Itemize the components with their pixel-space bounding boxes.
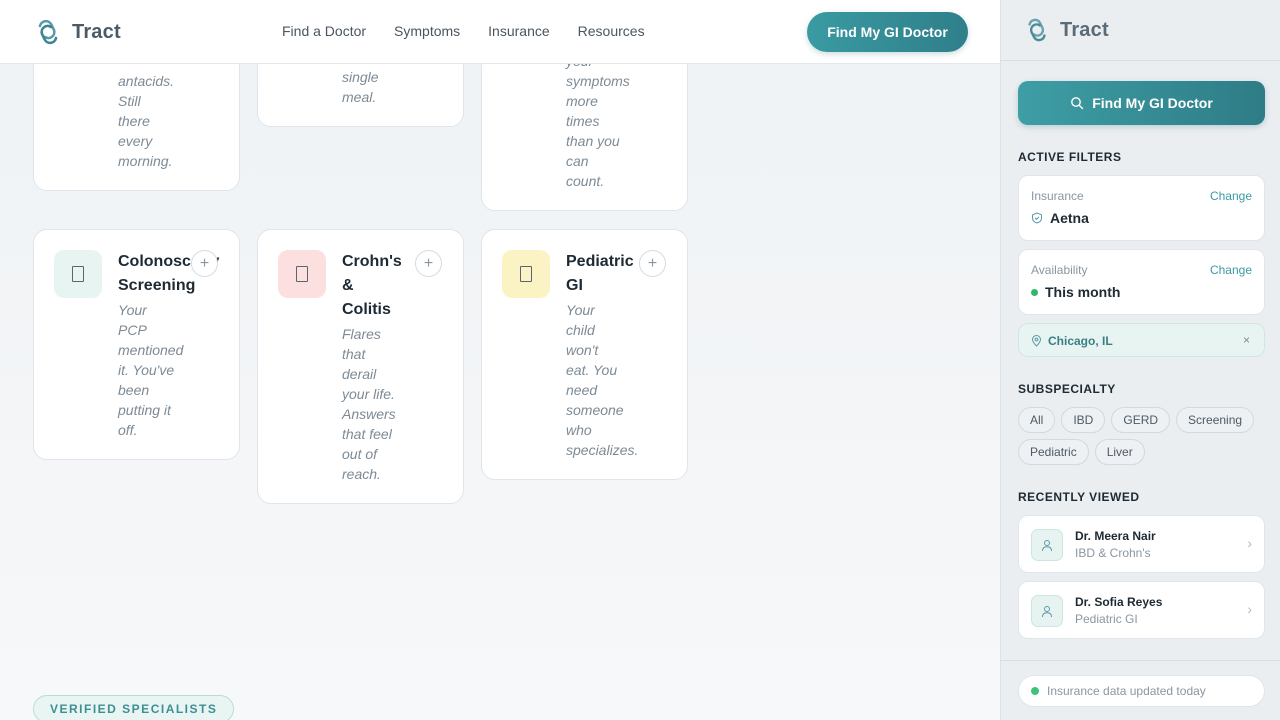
chip-liver[interactable]: Liver — [1094, 439, 1145, 465]
document-icon — [72, 266, 84, 282]
recently-viewed-heading: RECENTLY VIEWED — [1018, 490, 1140, 504]
card-crohns-colitis[interactable]: Crohn's & Colitis + Flares that derail y… — [257, 229, 464, 504]
recent-doctor-item[interactable]: Dr. Meera Nair IBD & Crohn's › — [1018, 515, 1265, 573]
avatar — [1031, 529, 1063, 561]
chip-all[interactable]: All — [1018, 407, 1056, 433]
chevron-right-icon: › — [1247, 535, 1252, 551]
add-button[interactable]: + — [639, 250, 666, 277]
card-description: antacids. Still there every morning. — [118, 73, 175, 169]
brand-name: Tract — [72, 20, 121, 43]
sidebar-find-doctor-button[interactable]: Find My GI Doctor — [1018, 81, 1265, 125]
document-icon — [520, 266, 532, 282]
location-filter: Chicago, IL × — [1018, 323, 1265, 357]
filter-label: Availability — [1031, 263, 1088, 277]
search-icon — [1071, 97, 1084, 110]
status-dot — [1031, 288, 1038, 296]
divider — [1001, 660, 1280, 661]
availability-filter: Availability Change This month — [1018, 249, 1265, 315]
card-icon — [502, 250, 550, 298]
document-icon — [296, 266, 308, 282]
filter-value: This month — [1031, 284, 1120, 300]
card-description: Your child won't eat. You need someone w… — [566, 302, 639, 458]
card-description: single meal. — [342, 69, 379, 105]
insurance-filter: Insurance Change Aetna — [1018, 175, 1265, 241]
change-availability-link[interactable]: Change — [1210, 263, 1252, 277]
card-description: your symptoms more times than you can co… — [566, 53, 630, 189]
card-description: Your PCP mentioned it. You've been putti… — [118, 302, 184, 438]
card-colonoscopy-screening[interactable]: Colonoscopy Screening + Your PCP mention… — [33, 229, 240, 460]
main-nav: Find a Doctor Symptoms Insurance Resourc… — [282, 23, 645, 39]
divider — [1001, 60, 1280, 61]
doctor-specialty: Pediatric GI — [1075, 612, 1138, 626]
card-title: Pediatric GI — [566, 253, 634, 294]
doctor-name: Dr. Sofia Reyes — [1075, 595, 1163, 609]
status-dot — [1031, 687, 1039, 695]
main-content: antacids. Still there every morning. sin… — [0, 0, 1000, 720]
verified-specialists-badge: VERIFIED SPECIALISTS — [33, 695, 235, 720]
chip-ibd[interactable]: IBD — [1061, 407, 1106, 433]
sidebar: Tract Find My GI Doctor ACTIVE FILTERS I… — [1000, 0, 1280, 720]
insurance-value: Aetna — [1050, 210, 1089, 226]
doctor-specialty: IBD & Crohn's — [1075, 546, 1151, 560]
subspecialty-chips: All IBD GERD Screening Pediatric Liver — [1018, 407, 1268, 465]
nav-find-a-doctor[interactable]: Find a Doctor — [282, 23, 366, 39]
shield-icon — [1032, 212, 1042, 224]
doctor-name: Dr. Meera Nair — [1075, 529, 1156, 543]
logo-icon — [1028, 18, 1046, 42]
chevron-right-icon: › — [1247, 601, 1252, 617]
change-insurance-link[interactable]: Change — [1210, 189, 1252, 203]
subspecialty-heading: SUBSPECIALTY — [1018, 382, 1116, 396]
status-text: Insurance data updated today — [1047, 684, 1206, 698]
nav-insurance[interactable]: Insurance — [488, 23, 549, 39]
find-my-gi-doctor-button[interactable]: Find My GI Doctor — [807, 12, 968, 52]
chip-pediatric[interactable]: Pediatric — [1018, 439, 1089, 465]
recent-doctor-item[interactable]: Dr. Sofia Reyes Pediatric GI › — [1018, 581, 1265, 639]
card-description: Flares that derail your life. Answers th… — [342, 326, 396, 482]
insurance-status: Insurance data updated today — [1018, 675, 1265, 707]
logo-icon — [38, 19, 58, 45]
close-icon[interactable]: × — [1243, 333, 1250, 347]
sidebar-brand-name: Tract — [1060, 18, 1109, 41]
filter-label: Insurance — [1031, 189, 1084, 203]
card-title: Crohn's & Colitis — [342, 253, 402, 318]
nav-symptoms[interactable]: Symptoms — [394, 23, 460, 39]
sidebar-cta-label: Find My GI Doctor — [1092, 95, 1213, 111]
active-filters-heading: ACTIVE FILTERS — [1018, 150, 1122, 164]
person-icon — [1042, 605, 1052, 617]
chip-gerd[interactable]: GERD — [1111, 407, 1171, 433]
brand-logo[interactable]: Tract — [34, 18, 121, 46]
location-pin-icon — [1031, 335, 1042, 347]
nav-resources[interactable]: Resources — [578, 23, 645, 39]
sidebar-brand-logo[interactable]: Tract — [1024, 17, 1109, 43]
chip-screening[interactable]: Screening — [1176, 407, 1255, 433]
person-icon — [1042, 539, 1052, 551]
top-header: Tract Find a Doctor Symptoms Insurance R… — [0, 0, 1000, 64]
card-icon — [54, 250, 102, 298]
availability-value: This month — [1045, 284, 1121, 300]
card-pediatric-gi[interactable]: Pediatric GI + Your child won't eat. You… — [481, 229, 688, 480]
location-value: Chicago, IL — [1048, 334, 1113, 348]
filter-value: Aetna — [1031, 210, 1089, 226]
card-icon — [278, 250, 326, 298]
add-button[interactable]: + — [191, 250, 218, 277]
add-button[interactable]: + — [415, 250, 442, 277]
location-label: Chicago, IL — [1031, 334, 1113, 348]
avatar — [1031, 595, 1063, 627]
